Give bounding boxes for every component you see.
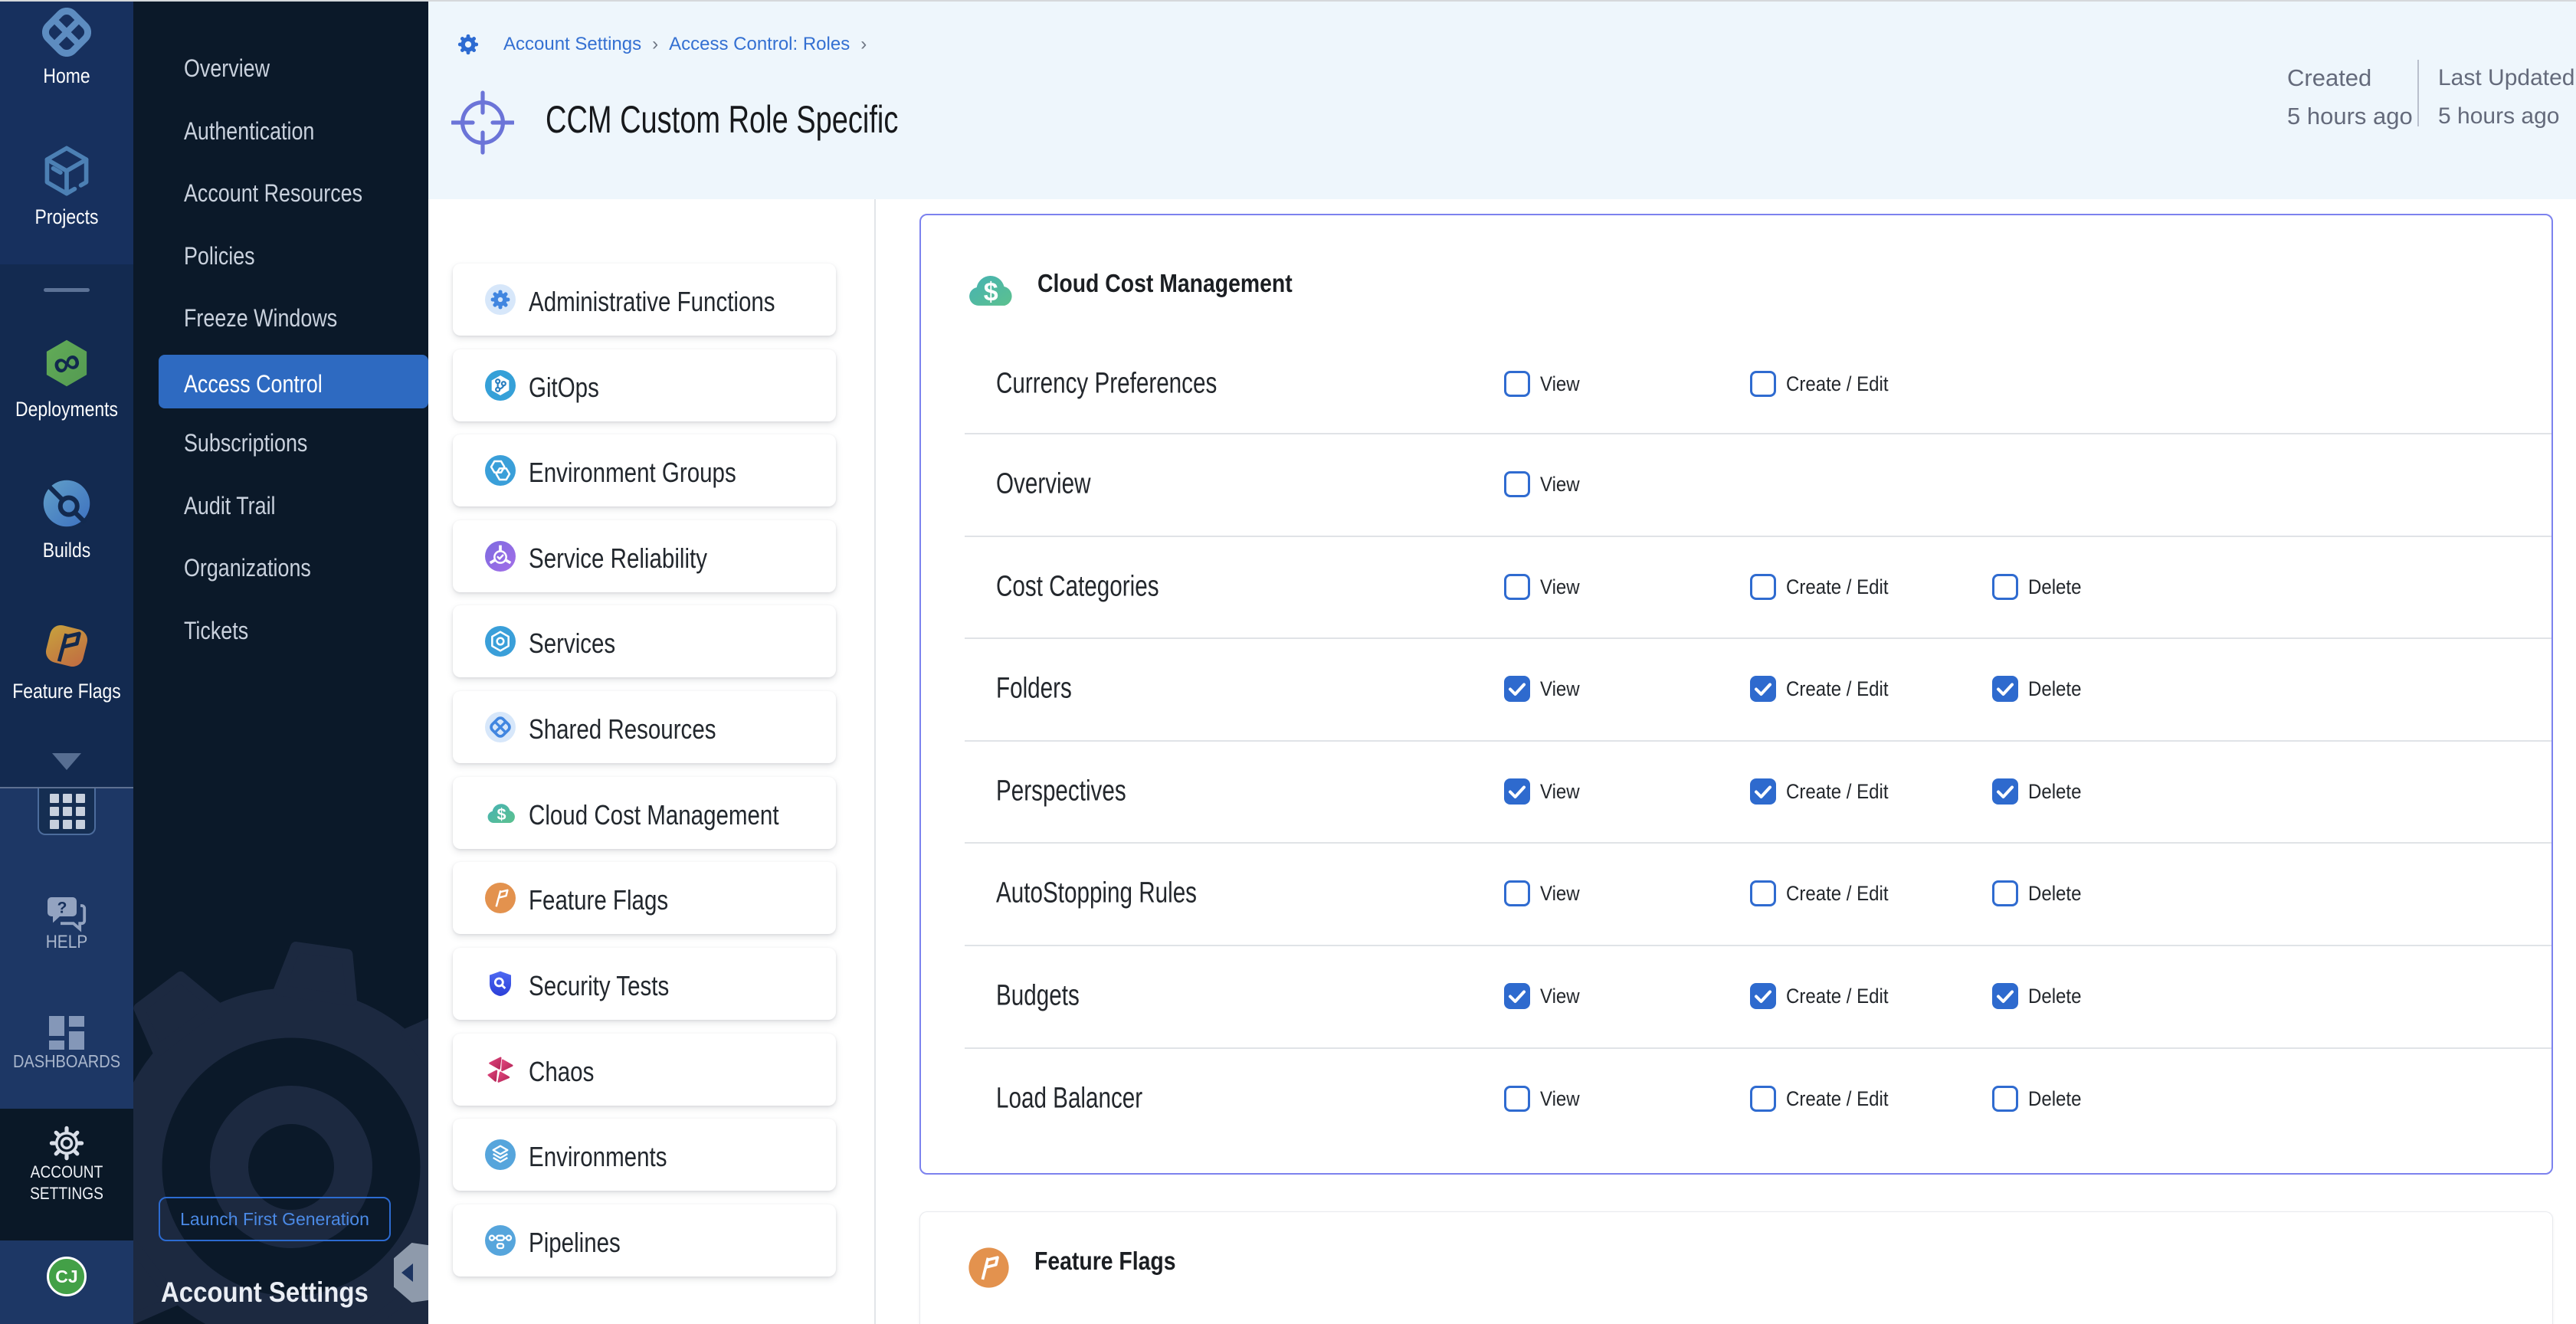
svg-text:$: $ [984,277,998,306]
svg-text:∞: ∞ [48,339,85,387]
svg-text:$: $ [497,805,506,824]
svg-text:?: ? [57,900,67,917]
